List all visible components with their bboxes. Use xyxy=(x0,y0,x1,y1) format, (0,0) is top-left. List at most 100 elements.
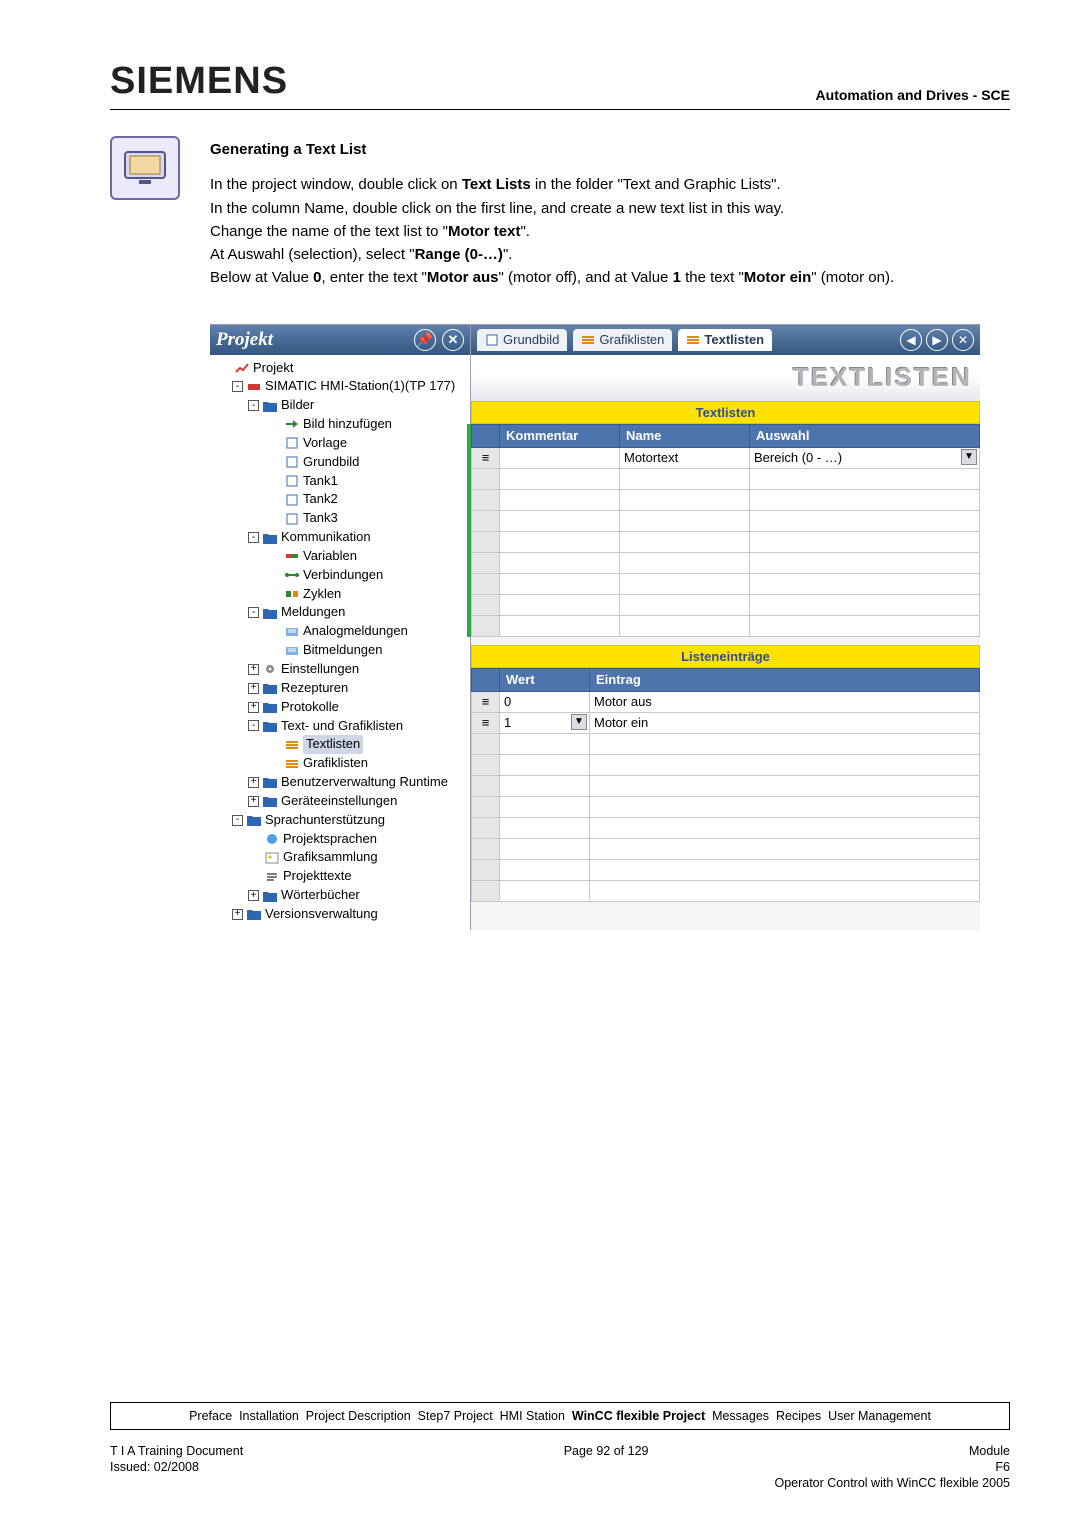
tree-item[interactable]: Tank3 xyxy=(216,509,468,528)
col-kommentar[interactable]: Kommentar xyxy=(500,424,620,447)
tree-label: Verbindungen xyxy=(303,566,383,585)
textlisten-table[interactable]: Kommentar Name Auswahl ≡MotortextBereich… xyxy=(471,424,980,637)
tree-item[interactable]: Grundbild xyxy=(216,453,468,472)
tree-item[interactable]: Zyklen xyxy=(216,585,468,604)
cell-wert[interactable]: 0 xyxy=(500,691,590,712)
tree-twisty-icon[interactable]: + xyxy=(248,777,259,788)
col-name[interactable]: Name xyxy=(620,424,750,447)
textlisten-head: Textlisten xyxy=(471,401,980,424)
table-row[interactable] xyxy=(472,573,980,594)
table-row[interactable]: ≡MotortextBereich (0 - …)▼ xyxy=(472,447,980,468)
tree-twisty-icon[interactable]: - xyxy=(232,815,243,826)
tree-twisty-icon[interactable]: - xyxy=(232,381,243,392)
tree-twisty-icon[interactable]: - xyxy=(248,720,259,731)
table-row[interactable] xyxy=(472,796,980,817)
tree-twisty-icon[interactable]: + xyxy=(248,702,259,713)
table-row[interactable] xyxy=(472,817,980,838)
tree-twisty-icon[interactable]: + xyxy=(248,890,259,901)
tree-item[interactable]: -Meldungen xyxy=(216,603,468,622)
tree-item[interactable]: Vorlage xyxy=(216,434,468,453)
listeneintraege-table[interactable]: Wert Eintrag ≡0Motor aus≡1▼Motor ein xyxy=(471,668,980,902)
col-auswahl[interactable]: Auswahl xyxy=(750,424,980,447)
tab-next-icon[interactable]: ▶ xyxy=(926,329,948,351)
tab-textlisten[interactable]: Textlisten xyxy=(678,329,772,351)
project-tree[interactable]: Projekt-SIMATIC HMI-Station(1)(TP 177)-B… xyxy=(210,355,470,930)
table-row[interactable] xyxy=(472,510,980,531)
tree-item[interactable]: +Einstellungen xyxy=(216,660,468,679)
table-row[interactable] xyxy=(472,859,980,880)
table-row[interactable] xyxy=(472,468,980,489)
tab-prev-icon[interactable]: ◀ xyxy=(900,329,922,351)
close-icon[interactable]: ✕ xyxy=(442,329,464,351)
col-eintrag[interactable]: Eintrag xyxy=(590,668,980,691)
cell-auswahl[interactable]: Bereich (0 - …)▼ xyxy=(750,447,980,468)
brand-logo: SIEMENS xyxy=(110,60,288,103)
cell-kommentar[interactable] xyxy=(500,447,620,468)
tree-item[interactable]: Analogmeldungen xyxy=(216,622,468,641)
tree-item[interactable]: Textlisten xyxy=(216,735,468,754)
cell-name[interactable]: Motortext xyxy=(620,447,750,468)
tree-item[interactable]: +Wörterbücher xyxy=(216,886,468,905)
table-row[interactable] xyxy=(472,615,980,636)
tree-item[interactable]: -Sprachunterstützung xyxy=(216,811,468,830)
tree-item[interactable]: Verbindungen xyxy=(216,566,468,585)
tab-close-icon[interactable]: ✕ xyxy=(952,329,974,351)
tree-item[interactable]: Tank2 xyxy=(216,490,468,509)
table-row[interactable] xyxy=(472,552,980,573)
tree-twisty-icon[interactable]: - xyxy=(248,532,259,543)
tree-item[interactable]: -SIMATIC HMI-Station(1)(TP 177) xyxy=(216,377,468,396)
tree-item[interactable]: -Kommunikation xyxy=(216,528,468,547)
footer-breadcrumb: Preface Installation Project Description… xyxy=(110,1402,1010,1430)
tree-item[interactable]: Grafiksammlung xyxy=(216,848,468,867)
tree-item[interactable]: Projektsprachen xyxy=(216,830,468,849)
tree-item[interactable]: Variablen xyxy=(216,547,468,566)
tree-item[interactable]: +Benutzerverwaltung Runtime xyxy=(216,773,468,792)
tree-item[interactable]: +Geräteeinstellungen xyxy=(216,792,468,811)
dropdown-icon[interactable]: ▼ xyxy=(571,714,587,730)
tree-item[interactable]: + Protokolle xyxy=(216,698,468,717)
footer-course-name: Operator Control with WinCC flexible 200… xyxy=(774,1476,1010,1490)
monitor-icon xyxy=(110,136,180,200)
table-row[interactable] xyxy=(472,733,980,754)
table-row[interactable] xyxy=(472,489,980,510)
table-row[interactable] xyxy=(472,754,980,775)
cell-wert[interactable]: 1▼ xyxy=(500,712,590,733)
tree-item[interactable]: -Text- und Grafiklisten xyxy=(216,717,468,736)
tree-label: Bilder xyxy=(281,396,314,415)
table-row[interactable] xyxy=(472,838,980,859)
tree-twisty-icon[interactable]: + xyxy=(248,683,259,694)
table-row[interactable]: ≡0Motor aus xyxy=(472,691,980,712)
tab-grafiklisten[interactable]: Grafiklisten xyxy=(573,329,672,351)
tree-item[interactable]: Grafiklisten xyxy=(216,754,468,773)
tab-grundbild[interactable]: Grundbild xyxy=(477,329,567,351)
tree-item[interactable]: Tank1 xyxy=(216,472,468,491)
tree-item[interactable]: - Bilder xyxy=(216,396,468,415)
table-row[interactable] xyxy=(472,594,980,615)
tree-item[interactable]: + Versionsverwaltung xyxy=(216,905,468,924)
tree-label: Bild hinzufügen xyxy=(303,415,392,434)
table-row[interactable]: ≡1▼Motor ein xyxy=(472,712,980,733)
pin-icon[interactable]: 📌 xyxy=(414,329,436,351)
tab-label: Textlisten xyxy=(704,332,764,347)
dropdown-icon[interactable]: ▼ xyxy=(961,449,977,465)
cell-eintrag[interactable]: Motor aus xyxy=(590,691,980,712)
table-row[interactable] xyxy=(472,880,980,901)
table-row[interactable] xyxy=(472,775,980,796)
tree-twisty-icon[interactable]: + xyxy=(232,909,243,920)
instruction-line: In the project window, double click on T… xyxy=(210,173,1010,196)
tree-twisty-icon[interactable]: - xyxy=(248,400,259,411)
tree-item[interactable]: Bitmeldungen xyxy=(216,641,468,660)
tree-twisty-icon[interactable]: - xyxy=(248,607,259,618)
tree-item[interactable]: +Rezepturen xyxy=(216,679,468,698)
cell-eintrag[interactable]: Motor ein xyxy=(590,712,980,733)
tree-label: Protokolle xyxy=(281,698,339,717)
tree-twisty-icon[interactable]: + xyxy=(248,796,259,807)
header-rule xyxy=(110,109,1010,110)
tree-twisty-icon[interactable]: + xyxy=(248,664,259,675)
tree-label: Versionsverwaltung xyxy=(265,905,378,924)
col-wert[interactable]: Wert xyxy=(500,668,590,691)
tree-item[interactable]: Projekttexte xyxy=(216,867,468,886)
tree-item[interactable]: Bild hinzufügen xyxy=(216,415,468,434)
tree-item[interactable]: Projekt xyxy=(216,359,468,378)
table-row[interactable] xyxy=(472,531,980,552)
